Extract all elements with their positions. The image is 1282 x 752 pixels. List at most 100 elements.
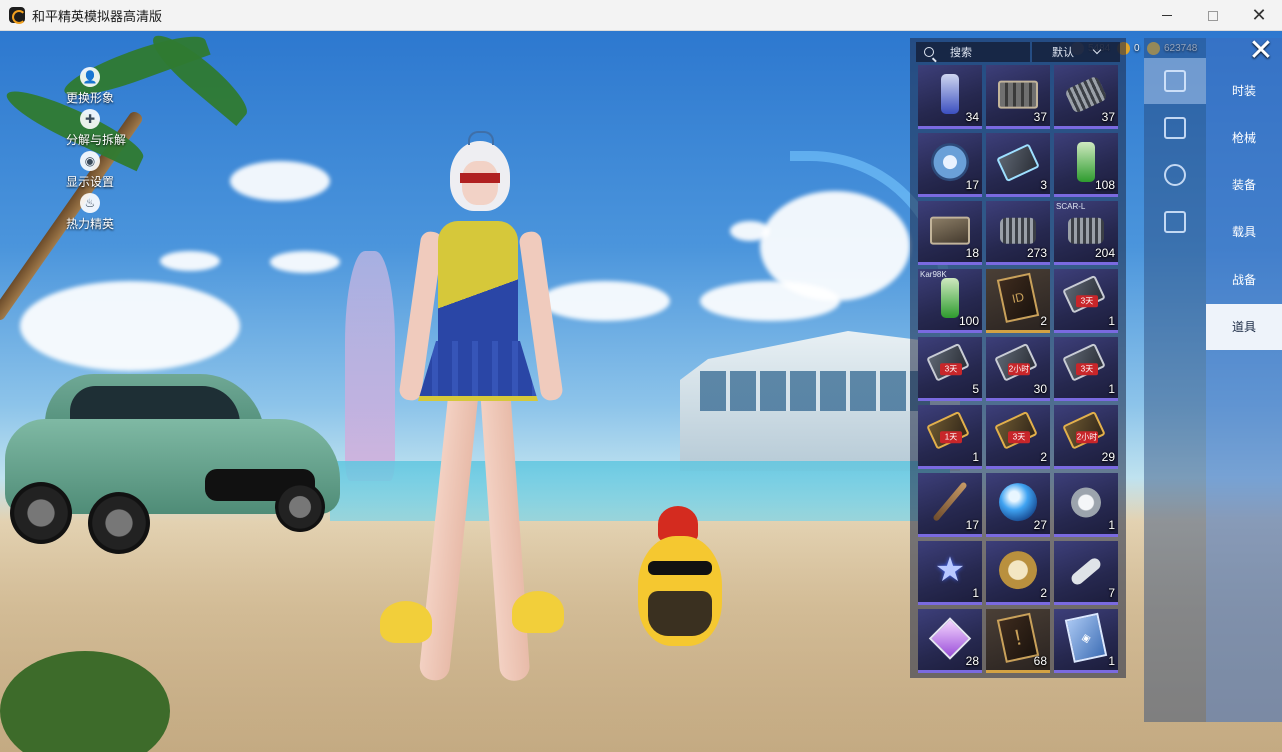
item-quantity: 108 [1094,178,1115,192]
tab-category-1[interactable]: 枪械 [1206,114,1282,160]
category-ticket-icon[interactable] [1144,199,1206,245]
cloud [20,281,240,371]
side-item-display-settings[interactable]: ◉ 显示设置 [62,151,152,197]
inventory-item-spray-can-blue[interactable]: 34 [918,65,982,129]
inventory-item-star-badge[interactable]: ★ 1 [918,541,982,605]
puzzle-icon: ✚ [80,109,100,129]
close-window-button[interactable]: ✕ [1236,0,1282,31]
inventory-item-ticket-3day[interactable]: 3天 5 [918,337,982,401]
item-quantity: 17 [965,178,979,192]
coupon-bundle-icon [996,142,1040,182]
inventory-item-disc-device[interactable]: 17 [918,133,982,197]
inventory-item-gold-ticket-2h[interactable]: 2小时 29 [1054,405,1118,469]
tab-category-4[interactable]: 战备 [1206,256,1282,302]
item-quantity: 18 [965,246,979,260]
inventory-item-silver-key[interactable]: 7 [1054,541,1118,605]
star-badge-icon: ★ [934,550,966,589]
close-panel-button[interactable]: ✕ [1246,36,1276,66]
spring-parts-icon [1064,74,1108,114]
inventory-item-purple-gem[interactable]: 28 [918,609,982,673]
tab-category-0[interactable]: 时装 [1206,67,1282,113]
inventory-item-ticket-3day[interactable]: 3天 1 [1054,337,1118,401]
window-titlebar: 和平精英模拟器高清版 ✕ [0,0,1282,31]
spray-can-green-icon [1077,141,1095,182]
item-quantity: 17 [965,518,979,532]
item-quantity: 100 [958,314,979,328]
inventory-item-spring[interactable]: SCAR-L 204 [1054,201,1118,265]
item-quantity: 68 [1033,654,1047,668]
item-quantity: 2 [1040,314,1047,328]
ticket-3day-icon: 3天 [1062,342,1106,383]
person-icon: 👤 [80,67,100,87]
inventory-item-spring[interactable]: 273 [986,201,1050,265]
gold-ticket-1day-icon: 1天 [926,410,970,451]
inventory-item-exclamation-card[interactable]: ! 68 [986,609,1050,673]
item-quantity: 204 [1094,246,1115,260]
inventory-item-blue-puzzle-orb[interactable]: 27 [986,473,1050,537]
side-item-disassemble[interactable]: ✚ 分解与拆解 [62,109,152,155]
eye-icon: ◉ [80,151,100,171]
item-quantity: 5 [972,382,979,396]
duck-slipper [512,591,564,633]
duration-badge: 3天 [1076,362,1098,375]
inventory-item-gold-puzzle-medal[interactable]: 2 [986,541,1050,605]
side-item-change-appearance[interactable]: 👤 更换形象 [62,67,152,113]
swimsuit [438,221,518,351]
inventory-item-spray-can-green[interactable]: Kar98K 100 [918,269,982,333]
cloud [270,251,340,273]
item-quantity: 37 [1033,110,1047,124]
tab-category-2[interactable]: 装备 [1206,162,1282,208]
tab-category-3[interactable]: 载具 [1206,209,1282,255]
tab-category-5[interactable]: 道具 [1206,303,1282,350]
item-quantity: 37 [1101,110,1115,124]
category-tabs: 时装 枪械 装备 载具 战备 道具 [1206,38,1282,722]
chevron-down-icon [1092,45,1102,55]
item-quantity: 1 [1108,654,1115,668]
gold-ticket-2h-icon: 2小时 [1062,410,1106,451]
window-title: 和平精英模拟器高清版 [32,8,163,24]
blue-puzzle-orb-icon [999,482,1037,521]
item-quantity: 7 [1108,586,1115,600]
blue-card-icon: ◈ [1064,612,1108,663]
inventory-grid: 34 37 37 17 3 108 18 273 SCAR-L 204 Kar98K 100 ID 2 3天… [918,65,1120,673]
inventory-item-ticket-3day[interactable]: 3天 1 [1054,269,1118,333]
sort-dropdown[interactable]: 默认 [1032,42,1120,62]
search-input[interactable]: 搜索 [916,42,1030,62]
inventory-item-crate[interactable]: 37 [986,65,1050,129]
cloud [160,251,220,271]
maximize-icon [1208,10,1218,21]
chicken-pet[interactable] [630,506,730,666]
minimize-button[interactable] [1144,0,1190,31]
category-card-icon[interactable] [1144,58,1206,104]
inventory-item-coupon-bundle[interactable]: 3 [986,133,1050,197]
inventory-item-wooden-stick[interactable]: 17 [918,473,982,537]
category-ammo-box-icon[interactable] [1144,105,1206,151]
inventory-toolbar: 搜索 默认 [916,42,1120,62]
flame-icon: ♨ [80,193,100,213]
inventory-item-blue-card[interactable]: ◈ 1 [1054,609,1118,673]
item-quantity: 273 [1026,246,1047,260]
player-character[interactable] [370,131,580,691]
inventory-item-spring-parts[interactable]: 37 [1054,65,1118,129]
side-item-heat-elite[interactable]: ♨ 热力精英 [62,193,152,239]
maximize-button[interactable] [1190,0,1236,31]
cloud [730,221,770,241]
duck-slipper [380,601,432,643]
inventory-item-spray-can-green[interactable]: 108 [1054,133,1118,197]
category-burst-icon[interactable] [1144,152,1206,198]
tiara-icon [468,131,494,145]
item-quantity: 1 [1108,314,1115,328]
item-quantity: 29 [1101,450,1115,464]
inventory-item-gold-ticket-3day[interactable]: 3天 2 [986,405,1050,469]
gold-puzzle-medal-icon [999,550,1037,589]
duration-badge: 3天 [1008,430,1030,443]
inventory-item-box-frame[interactable]: 18 [918,201,982,265]
app-logo-icon [9,7,26,24]
burst-icon [1164,164,1186,186]
silver-key-icon [1069,555,1103,587]
inventory-item-id-card[interactable]: ID 2 [986,269,1050,333]
inventory-item-gold-ticket-1day[interactable]: 1天 1 [918,405,982,469]
spray-can-green-icon [941,277,959,318]
inventory-item-silver-medal[interactable]: 1 [1054,473,1118,537]
inventory-item-ticket-2h[interactable]: 2小时 30 [986,337,1050,401]
